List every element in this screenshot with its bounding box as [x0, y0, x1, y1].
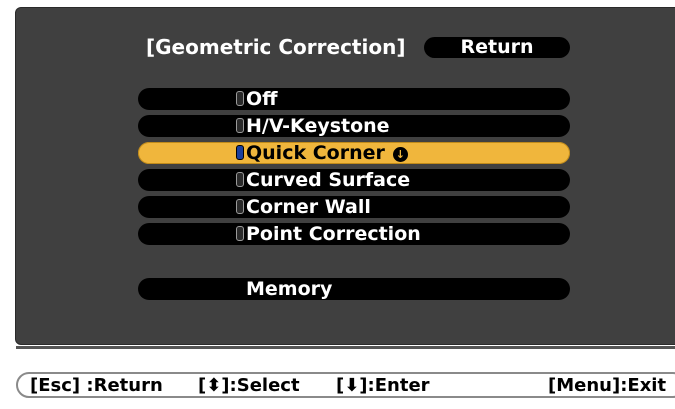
option-hv-keystone[interactable]: H/V-Keystone: [138, 115, 570, 137]
esc-hint: [Esc] :Return: [30, 375, 163, 396]
option-label: Curved Surface: [246, 169, 411, 191]
radio-indicator: [236, 226, 244, 241]
enter-icon: ↓: [392, 147, 408, 162]
panel-divider: [16, 346, 675, 349]
option-label: Corner Wall: [246, 196, 371, 218]
memory-button[interactable]: Memory: [138, 278, 570, 300]
option-point-correction[interactable]: Point Correction: [138, 223, 570, 245]
option-quick-corner[interactable]: Quick Corner ↓: [138, 142, 570, 164]
option-label: Quick Corner: [246, 142, 385, 164]
option-label: H/V-Keystone: [246, 115, 390, 137]
radio-indicator: [236, 145, 244, 160]
enter-hint: [⬇]:Enter: [336, 375, 430, 396]
option-label: Point Correction: [246, 223, 421, 245]
menu-hint: [Menu]:Exit: [548, 375, 667, 396]
radio-indicator: [236, 91, 244, 106]
help-footer: [Esc] :Return [⬍]:Select [⬇]:Enter [Menu…: [16, 372, 675, 398]
option-off[interactable]: Off: [138, 88, 570, 110]
option-label: Off: [246, 88, 278, 110]
radio-indicator: [236, 118, 244, 133]
return-button[interactable]: Return: [424, 37, 570, 58]
select-hint: [⬍]:Select: [198, 375, 300, 396]
option-curved-surface[interactable]: Curved Surface: [138, 169, 570, 191]
radio-indicator: [236, 199, 244, 214]
radio-indicator: [236, 172, 244, 187]
page-title: [Geometric Correction]: [146, 35, 406, 59]
option-corner-wall[interactable]: Corner Wall: [138, 196, 570, 218]
